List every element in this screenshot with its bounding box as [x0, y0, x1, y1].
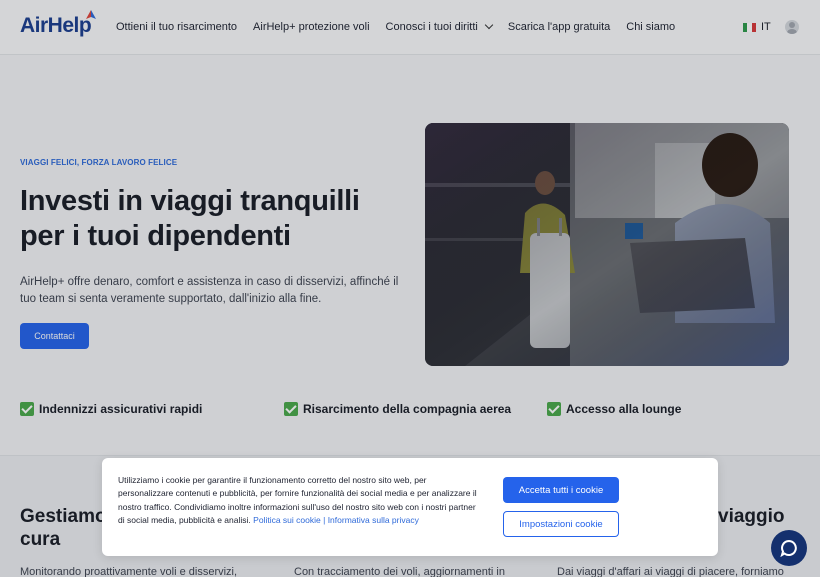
cookie-text: Utilizziamo i cookie per garantire il fu…: [118, 474, 480, 527]
chat-bubble-icon: [780, 539, 797, 557]
link-separator: |: [323, 514, 326, 525]
cookie-settings-button[interactable]: Impostazioni cookie: [503, 511, 619, 537]
cookie-policy-link[interactable]: Politica sui cookie: [253, 515, 321, 525]
chat-button[interactable]: [771, 530, 807, 566]
cookie-banner: Utilizziamo i cookie per garantire il fu…: [102, 458, 718, 556]
accept-cookies-button[interactable]: Accetta tutti i cookie: [503, 477, 619, 503]
privacy-policy-link[interactable]: Informativa sulla privacy: [328, 515, 419, 525]
